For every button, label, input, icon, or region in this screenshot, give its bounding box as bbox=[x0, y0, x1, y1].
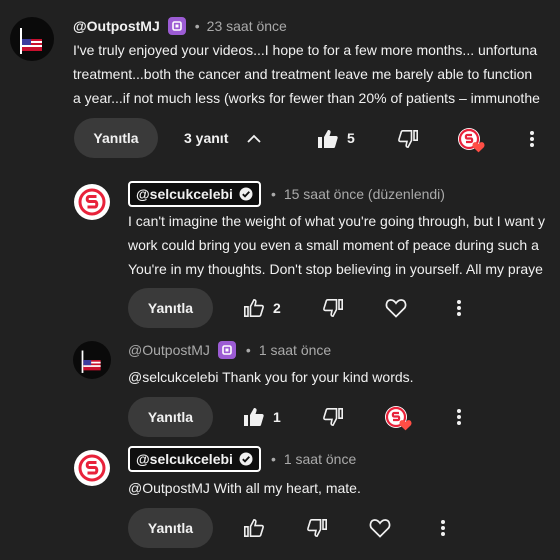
selcukcelebi-avatar[interactable] bbox=[74, 450, 110, 486]
creator-heart-badge bbox=[458, 128, 486, 156]
dislike-button[interactable] bbox=[322, 406, 344, 428]
reply-text-line: I can't imagine the weight of what you'r… bbox=[128, 213, 546, 229]
verified-check-icon bbox=[239, 452, 253, 466]
reply-timestamp[interactable]: 1 saat önce bbox=[259, 342, 331, 358]
reply-text-line: work could bring you even a small moment… bbox=[128, 237, 539, 253]
flag-avatar-icon bbox=[81, 350, 101, 373]
separator-dot: • bbox=[245, 342, 251, 358]
more-vert-icon bbox=[530, 131, 534, 147]
reply-timestamp[interactable]: 1 saat önce bbox=[284, 451, 356, 467]
member-badge-icon bbox=[217, 341, 236, 359]
reply-button[interactable]: Yanıtla bbox=[74, 118, 158, 158]
like-button[interactable] bbox=[242, 406, 266, 428]
thumb-up-icon bbox=[244, 298, 264, 317]
more-actions-button[interactable] bbox=[449, 406, 469, 428]
comment-text-line: treatment...both the cancer and treatmen… bbox=[73, 66, 533, 82]
author-chip[interactable]: @selcukcelebi bbox=[128, 446, 261, 472]
reply-text-line: @selcukcelebi Thank you for your kind wo… bbox=[128, 369, 414, 385]
chevron-up-icon bbox=[247, 134, 261, 143]
like-button[interactable] bbox=[316, 128, 340, 150]
more-actions-button[interactable] bbox=[433, 517, 453, 539]
comment-text-line: I've truly enjoyed your videos...I hope … bbox=[73, 42, 538, 58]
reply-author: @selcukcelebi bbox=[136, 451, 233, 467]
reply-button[interactable]: Yanıtla bbox=[128, 397, 213, 437]
separator-dot: • bbox=[194, 18, 200, 34]
more-vert-icon bbox=[457, 409, 461, 425]
heart-button[interactable] bbox=[384, 297, 408, 319]
heart-icon bbox=[399, 420, 412, 431]
like-count: 5 bbox=[347, 130, 355, 146]
like-button[interactable] bbox=[242, 297, 266, 319]
comment-text-line: a year...if not much less (works for few… bbox=[73, 90, 540, 106]
reply-author: @selcukcelebi bbox=[136, 186, 233, 202]
thumb-up-icon bbox=[244, 518, 264, 537]
thumb-down-icon bbox=[323, 299, 343, 318]
replies-count-label: 3 yanıt bbox=[184, 130, 229, 146]
separator-dot: • bbox=[270, 451, 276, 467]
outpostmj-avatar[interactable] bbox=[73, 341, 111, 379]
comment-timestamp[interactable]: 23 saat önce bbox=[207, 18, 287, 34]
separator-dot: • bbox=[270, 186, 276, 202]
outpostmj-avatar[interactable] bbox=[10, 17, 54, 61]
reply-timestamp[interactable]: 15 saat önce (düzenlendi) bbox=[284, 186, 445, 202]
reply-text-line: @OutpostMJ With all my heart, mate. bbox=[128, 480, 361, 496]
flag-avatar-icon bbox=[20, 28, 42, 54]
s-logo-icon bbox=[78, 188, 106, 216]
s-logo-icon bbox=[78, 454, 106, 482]
heart-icon bbox=[472, 142, 485, 153]
thumb-up-filled-icon bbox=[244, 408, 264, 426]
reply-button[interactable]: Yanıtla bbox=[128, 288, 213, 328]
reply-text-line: You're in my thoughts. Don't stop believ… bbox=[128, 261, 543, 277]
like-count: 2 bbox=[273, 300, 281, 316]
thumb-up-filled-icon bbox=[318, 130, 338, 148]
more-actions-button[interactable] bbox=[522, 128, 542, 150]
thumb-down-icon bbox=[307, 519, 327, 538]
member-badge-icon bbox=[167, 17, 186, 35]
thumb-down-icon bbox=[323, 408, 343, 427]
more-vert-icon bbox=[457, 300, 461, 316]
replies-toggle[interactable]: 3 yanıt bbox=[184, 128, 262, 148]
dislike-button[interactable] bbox=[397, 128, 419, 150]
comment-author[interactable]: @OutpostMJ bbox=[73, 18, 160, 34]
heart-button[interactable] bbox=[368, 517, 392, 539]
more-vert-icon bbox=[441, 520, 445, 536]
selcukcelebi-avatar[interactable] bbox=[74, 184, 110, 220]
creator-heart-badge bbox=[385, 406, 413, 434]
like-count: 1 bbox=[273, 409, 281, 425]
author-chip[interactable]: @selcukcelebi bbox=[128, 181, 261, 207]
thumb-down-icon bbox=[398, 130, 418, 149]
more-actions-button[interactable] bbox=[449, 297, 469, 319]
dislike-button[interactable] bbox=[306, 517, 328, 539]
reply-author[interactable]: @OutpostMJ bbox=[128, 342, 210, 358]
dislike-button[interactable] bbox=[322, 297, 344, 319]
reply-button[interactable]: Yanıtla bbox=[128, 508, 213, 548]
heart-outline-icon bbox=[385, 299, 407, 318]
like-button[interactable] bbox=[242, 517, 266, 539]
heart-outline-icon bbox=[369, 519, 391, 538]
verified-check-icon bbox=[239, 187, 253, 201]
